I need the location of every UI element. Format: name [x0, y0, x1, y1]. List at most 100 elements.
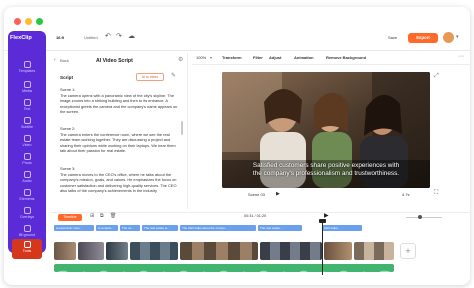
minimize-dot[interactable] — [25, 18, 32, 25]
more-icon[interactable]: ⋯ — [458, 53, 464, 60]
sidebar-item-media[interactable]: Media — [8, 79, 46, 99]
app-logo: FlexClip — [10, 35, 46, 45]
sidebar-item-label: Photo — [22, 161, 32, 165]
subtitle-line: Satisfied customers share positive exper… — [252, 162, 400, 169]
sidebar-item-subtitle[interactable]: Subtitle — [8, 115, 46, 135]
text-chip[interactable]: The ca... — [120, 225, 140, 231]
edit-icon[interactable]: ✎ — [171, 72, 176, 79]
text-chip[interactable]: The real estate... — [258, 225, 302, 231]
sidebar-item-label: Text — [23, 107, 31, 111]
overlays-icon — [23, 207, 31, 214]
user-avatar[interactable] — [443, 32, 454, 43]
save-button[interactable]: Save — [388, 35, 397, 40]
settings-icon[interactable]: ⚙ — [178, 56, 183, 63]
time-readout: 00:31 / 01:20 — [244, 214, 267, 218]
panel-scrollbar[interactable] — [181, 121, 183, 135]
text-icon — [23, 99, 31, 106]
close-dot[interactable] — [14, 18, 21, 25]
sidebar-item-label: Templates — [18, 69, 36, 73]
animation-button[interactable]: Animation — [294, 55, 314, 60]
sidebar-item-label: Tools — [22, 249, 32, 253]
sidebar-item-video[interactable]: Video — [8, 133, 46, 153]
zoom-slider[interactable] — [406, 217, 442, 218]
tools-icon — [23, 241, 31, 248]
sidebar-item-label: Video — [22, 143, 32, 147]
cloud-icon[interactable]: ☁ — [128, 32, 135, 40]
video-clip[interactable] — [54, 242, 76, 260]
sidebar-item-overlays[interactable]: Overlays — [8, 205, 46, 225]
timeline-play-icon[interactable]: ▶ — [324, 212, 329, 219]
video-clip[interactable] — [354, 242, 394, 260]
subtitle-overlay[interactable]: Satisfied customers share positive exper… — [230, 162, 422, 178]
ai-to-video-button[interactable]: AI to video — [136, 73, 164, 81]
scene-text[interactable]: The camera opens with a panoramic view o… — [60, 93, 178, 115]
sidebar-item-label: Media — [22, 89, 32, 93]
crop-icon[interactable]: ⤢ — [434, 73, 439, 80]
undo-icon[interactable]: ↶ — [105, 32, 111, 40]
timeline-button[interactable]: Timeline — [58, 214, 82, 221]
audio-track[interactable] — [54, 264, 394, 272]
scene-block: Scene 2: The camera enters the conferenc… — [60, 126, 178, 154]
sidebar-item-label: BKground — [19, 233, 35, 237]
sidebar-item-templates[interactable]: Templates — [8, 59, 46, 79]
video-clip[interactable] — [260, 242, 322, 260]
sidebar-item-label: Overlays — [19, 215, 35, 219]
audio-waveform — [56, 270, 392, 272]
sidebar-item-elements[interactable]: Elements — [8, 187, 46, 207]
remove-background-button[interactable]: Remove Background — [326, 55, 366, 60]
photo-icon — [23, 153, 31, 160]
ai-script-panel: ‹ Back AI Video Script ⚙ Script AI to vi… — [50, 53, 188, 209]
text-chip[interactable]: CEO talks... — [322, 225, 362, 231]
text-chip[interactable]: The CEO talks about the compa... — [180, 225, 256, 231]
add-clip-button[interactable]: + — [400, 243, 416, 259]
play-icon[interactable]: ▶ — [276, 191, 280, 197]
sidebar-item-label: Audio — [22, 179, 32, 183]
elements-icon — [23, 189, 31, 196]
sidebar-item-label: Subtitle — [21, 125, 33, 129]
templates-icon — [23, 61, 31, 68]
playhead-handle[interactable] — [319, 219, 326, 223]
script-label: Script — [60, 75, 74, 80]
project-name[interactable]: Untitled — [84, 35, 98, 40]
transform-button[interactable]: Transform — [222, 55, 242, 60]
video-clip[interactable] — [106, 242, 128, 260]
fullscreen-icon[interactable]: ⛶ — [434, 190, 438, 197]
scene-text[interactable]: The camera moves to the CEO's office, wh… — [60, 172, 178, 194]
top-bar: 16:9 Untitled ↶ ↷ ☁ Save Export ▾ — [4, 31, 470, 51]
text-chip[interactable]: A receptio... — [96, 225, 118, 231]
split-icon[interactable]: ⊞ — [90, 213, 94, 219]
delete-icon[interactable]: 🗑 — [110, 213, 116, 219]
sidebar-item-audio[interactable]: Audio — [8, 169, 46, 189]
duration-badge[interactable]: 4.7s — [402, 192, 410, 197]
copy-icon[interactable]: ⧉ — [100, 213, 104, 219]
export-button[interactable]: Export — [408, 33, 438, 43]
redo-icon[interactable]: ↷ — [116, 32, 122, 40]
zoom-select[interactable]: 100% — [196, 55, 206, 60]
video-preview[interactable]: Satisfied customers share positive exper… — [222, 72, 430, 188]
video-clip[interactable] — [130, 242, 178, 260]
filter-button[interactable]: Filter — [253, 55, 263, 60]
sidebar: FlexClip Templates Media Text Subtitle V… — [8, 31, 46, 259]
editor-toolbar: 100% ▾ Transform Filter Adjust Animation… — [192, 53, 470, 65]
sidebar-item-tools[interactable]: Tools — [12, 239, 42, 259]
sidebar-item-photo[interactable]: Photo — [8, 151, 46, 171]
video-clip[interactable] — [180, 242, 258, 260]
subtitle-line: the company's professionalism and trustw… — [252, 170, 400, 177]
chevron-down-icon: ▾ — [210, 55, 213, 60]
video-clip[interactable] — [78, 242, 104, 260]
adjust-button[interactable]: Adjust — [269, 55, 281, 60]
aspect-ratio-button[interactable]: 16:9 — [56, 35, 64, 40]
zoom-slider-knob[interactable] — [418, 215, 422, 219]
back-button[interactable]: Back — [60, 58, 69, 63]
sidebar-item-text[interactable]: Text — [8, 97, 46, 117]
media-icon — [23, 81, 31, 88]
background-icon — [23, 225, 31, 232]
video-clip[interactable] — [324, 242, 352, 260]
chevron-down-icon[interactable]: ▾ — [456, 34, 459, 40]
text-chip[interactable]: The real estate te... — [142, 225, 178, 231]
text-chip[interactable]: A panoramic view... — [54, 225, 94, 231]
timeline-playhead[interactable] — [322, 221, 323, 275]
back-icon[interactable]: ‹ — [54, 57, 56, 63]
maximize-dot[interactable] — [36, 18, 43, 25]
scene-text[interactable]: The camera enters the conference room, w… — [60, 132, 178, 154]
